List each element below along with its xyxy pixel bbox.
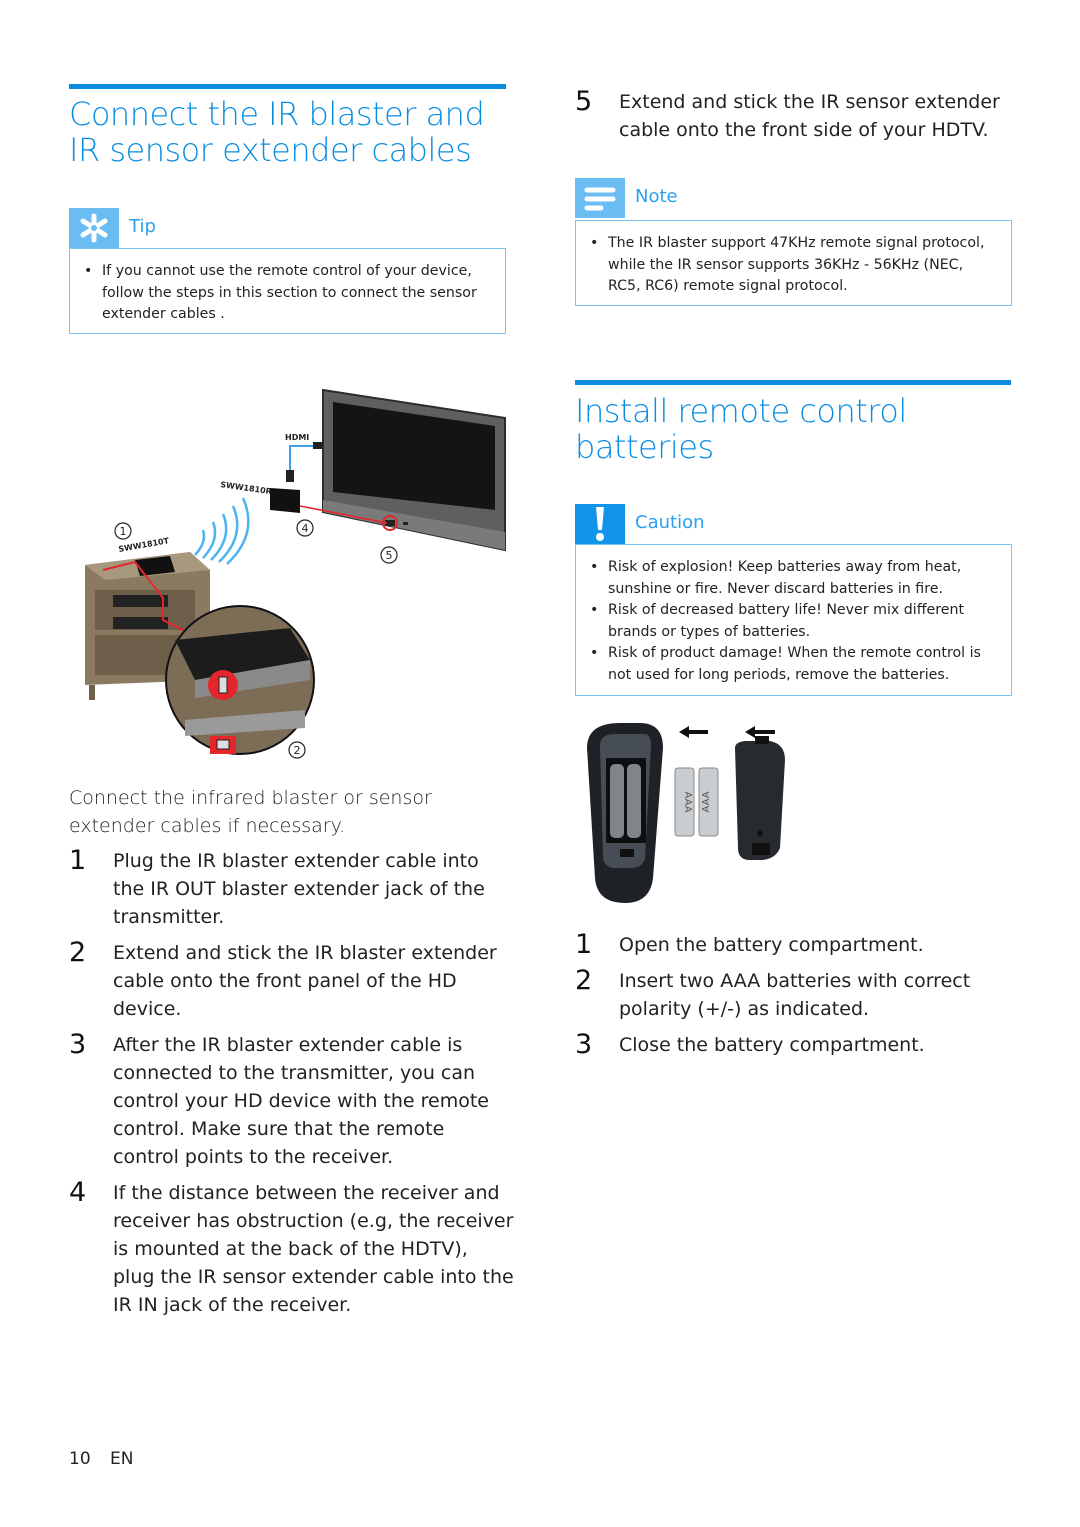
language-code: EN [110,1449,134,1469]
step-number: 2 [69,937,87,968]
connect-step-5: 5 Extend and stick the IR sensor extende… [575,86,1000,141]
caution-item: Risk of explosion! Keep batteries away f… [588,557,999,600]
section-title-batteries: Install remote control batteries [575,392,907,466]
connect-steps: 1 Plug the IR blaster extender cable int… [69,845,514,1327]
battery-steps: 1 Open the battery compartment. 2 Insert… [575,929,1015,1067]
step-number: 3 [69,1029,87,1060]
tip-header: Tip [69,208,506,248]
connect-intro: Connect the infrared blaster or sensor e… [69,787,432,837]
exclamation-icon [575,504,625,544]
step-number: 5 [575,86,593,117]
callout-2: 2 [294,744,301,757]
step-number: 2 [575,965,593,996]
note-box: The IR blaster support 47KHz remote sign… [575,220,1012,306]
receiver-label: SWW1810R [220,480,273,496]
caution-item: Risk of decreased battery life! Never mi… [588,600,999,643]
sensor-step: 5 Extend and stick the IR sensor extende… [575,86,1015,152]
arrow-left-icon [679,726,708,738]
page-number: 10 [69,1449,91,1469]
note-header: Note [575,178,1012,218]
tip-label: Tip [129,216,156,237]
hdmi-label: HDMI [285,433,309,442]
ir-waves [194,497,250,565]
note-item: The IR blaster support 47KHz remote sign… [588,233,999,298]
battery-step-1: 1 Open the battery compartment. [575,929,924,960]
connect-step-4: 4 If the distance between the receiver a… [69,1177,514,1316]
note-lines-icon [575,178,625,218]
step-number: 1 [69,845,87,876]
callout-1: 1 [120,525,127,538]
section-title-connect: Connect the IR blaster and IR sensor ext… [69,95,485,169]
asterisk-icon [69,208,119,248]
battery-label: AAA [701,791,712,812]
connect-step-2: 2 Extend and stick the IR blaster extend… [69,937,497,1020]
step-number: 1 [575,929,593,960]
callout-4: 4 [302,522,309,535]
hdtv-illustration [322,388,506,552]
caution-label: Caution [635,512,705,533]
connection-illustration: HDMI SWW1810R 4 5 SWW1810T 1 2 [75,380,510,770]
section-rule-right [575,380,1011,385]
magnifier-illustration [165,605,315,755]
section-rule-left [69,84,506,89]
caution-header: Caution [575,504,1012,544]
battery-step-3: 3 Close the battery compartment. [575,1029,925,1060]
caution-box: Risk of explosion! Keep batteries away f… [575,544,1012,696]
connect-step-3: 3 After the IR blaster extender cable is… [69,1029,489,1168]
connect-step-1: 1 Plug the IR blaster extender cable int… [69,845,485,928]
battery-illustration: AAA AAA [575,718,795,908]
note-label: Note [635,186,678,207]
battery-label: AAA [682,791,693,812]
callout-5: 5 [386,549,393,562]
page-footer: 10 EN [69,1449,134,1469]
caution-item: Risk of product damage! When the remote … [588,643,999,686]
step-number: 4 [69,1177,87,1208]
battery-step-2: 2 Insert two AAA batteries with correct … [575,965,971,1020]
step-number: 3 [575,1029,593,1060]
tip-box: If you cannot use the remote control of … [69,248,506,334]
tip-item: If you cannot use the remote control of … [82,261,493,326]
